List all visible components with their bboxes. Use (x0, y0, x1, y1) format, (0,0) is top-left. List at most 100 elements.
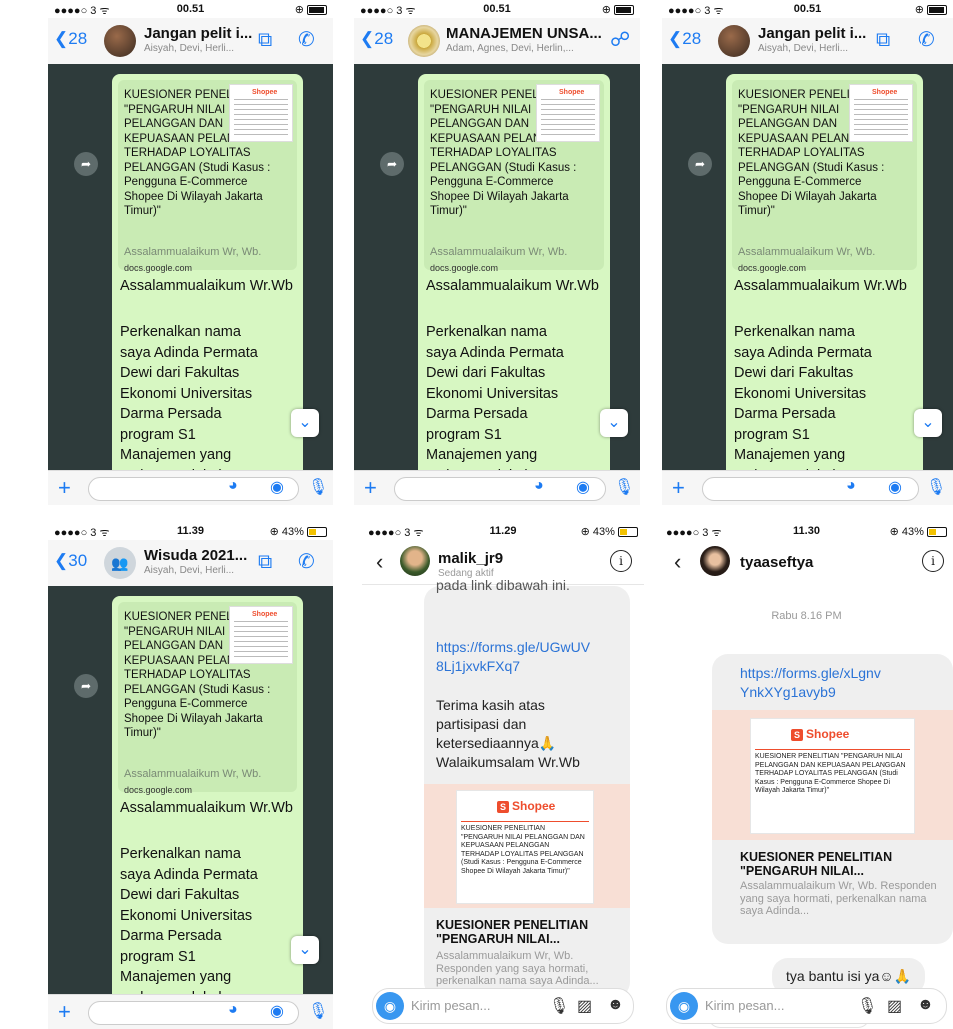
camera-icon[interactable]: ◉ (670, 992, 698, 1020)
back-chevron-icon[interactable]: ‹ (376, 549, 383, 575)
group-avatar[interactable] (408, 25, 440, 57)
form-link[interactable]: https://forms.gle/UGwUV8Lj1jxvkFXq7 (436, 638, 596, 676)
back-chevron-icon[interactable]: ‹ (674, 549, 681, 575)
card-title: KUESIONER PENELITIAN "PENGARUH NILAI... (740, 850, 893, 878)
sticker-icon[interactable]: ◕ (228, 477, 238, 495)
plus-icon[interactable]: + (364, 475, 377, 501)
forward-icon[interactable]: ➦ (74, 152, 98, 176)
message-bubble[interactable]: KUESIONER PENELITIAN "PENGARUH NILAI PEL… (112, 596, 303, 1026)
chevron-down-icon: ⌄ (921, 414, 935, 431)
group-avatar[interactable] (104, 25, 136, 57)
chat-area[interactable]: ➦ KUESIONER PENELITIAN "PENGARUH NILAI P… (662, 64, 953, 504)
message-input[interactable]: Kirim pesan... (705, 998, 784, 1013)
microphone-icon[interactable]: 🎙 (857, 996, 877, 1016)
add-participant-icon[interactable]: ☍ (610, 30, 630, 50)
forward-icon[interactable]: ➦ (380, 152, 404, 176)
info-icon[interactable]: i (922, 550, 944, 572)
info-icon[interactable]: i (610, 550, 632, 572)
gallery-icon[interactable]: ▨ (577, 996, 592, 1016)
microphone-icon[interactable]: 🎙 (308, 477, 328, 497)
link-preview[interactable]: KUESIONER PENELITIAN "PENGARUH NILAI PEL… (424, 80, 604, 273)
group-avatar[interactable] (718, 25, 750, 57)
sticker-icon[interactable]: ◕ (228, 1001, 238, 1019)
microphone-icon[interactable]: 🎙 (926, 477, 946, 497)
forward-icon[interactable]: ➦ (688, 152, 712, 176)
phone-icon[interactable]: ✆ (298, 552, 315, 572)
link-card[interactable]: S Shopee KUESIONER PENELITIAN "PENGARUH N… (424, 784, 630, 908)
video-call-icon[interactable]: ⧉ (258, 552, 272, 572)
message-input[interactable] (88, 1001, 299, 1025)
chat-area[interactable]: ➦ KUESIONER PENELITIAN "PENGARUH NILAI P… (48, 64, 333, 504)
camera-icon[interactable]: ◉ (270, 1001, 284, 1021)
scroll-down-button[interactable]: ⌄ (600, 409, 628, 437)
gallery-icon[interactable]: ▨ (887, 996, 902, 1016)
back-button[interactable]: ❮28 (54, 29, 87, 49)
status-bar: ●●●●○ 3 ᯤ 00.51 ⊕ (662, 0, 953, 18)
message-bubble[interactable]: https://forms.gle/xLgnvYnkXYg1avyb9 S Sho… (712, 654, 953, 944)
user-avatar[interactable] (400, 546, 430, 576)
user-avatar[interactable] (700, 546, 730, 576)
back-button[interactable]: ❮30 (54, 551, 87, 571)
microphone-icon[interactable]: 🎙 (614, 477, 634, 497)
video-call-icon[interactable]: ⧉ (258, 30, 272, 50)
group-members: Aisyah, Devi, Herli... (144, 565, 235, 576)
microphone-icon[interactable]: 🎙 (308, 1001, 328, 1021)
message-composer[interactable]: ◉ Kirim pesan... 🎙 ▨ ☻ (666, 988, 947, 1024)
sticker-face-icon[interactable]: ☻ (607, 996, 624, 1014)
plus-icon[interactable]: + (58, 999, 71, 1025)
chat-area[interactable]: ➦ KUESIONER PENELITIAN "PENGARUH NILAI P… (48, 586, 333, 1026)
camera-icon[interactable]: ◉ (576, 477, 590, 497)
clock: 00.51 (483, 3, 511, 15)
group-title[interactable]: MANAJEMEN UNSA... (446, 25, 602, 42)
back-button[interactable]: ❮28 (360, 29, 393, 49)
message-composer[interactable]: ◉ Kirim pesan... 🎙 ▨ ☻ (372, 988, 634, 1024)
message-bubble[interactable]: KUESIONER PENELITIAN "PENGARUH NILAI PEL… (418, 74, 610, 504)
group-avatar[interactable]: 👥 (104, 547, 136, 579)
message-bubble[interactable]: KUESIONER PENELITIAN "PENGARUH NILAI PEL… (726, 74, 923, 504)
message-text-top: pada link dibawah ini. (436, 577, 570, 593)
camera-icon[interactable]: ◉ (270, 477, 284, 497)
camera-icon[interactable]: ◉ (888, 477, 902, 497)
form-link[interactable]: https://forms.gle/xLgnvYnkXYg1avyb9 (740, 664, 890, 702)
group-members: Aisyah, Devi, Herli... (144, 43, 235, 54)
message-input[interactable] (88, 477, 299, 501)
group-title[interactable]: Wisuda 2021... (144, 547, 247, 564)
plus-icon[interactable]: + (672, 475, 685, 501)
message-composer: + ◕ ◉ 🎙 (48, 470, 333, 505)
whatsapp-screen-4: ●●●●○ 3 ᯤ 11.39 ⊕ 43% ❮30 👥 Wisuda 2021.… (48, 522, 333, 1029)
preview-subtitle: Assalammualaikum Wr, Wb. (124, 246, 262, 258)
phone-icon[interactable]: ✆ (298, 30, 315, 50)
link-preview[interactable]: KUESIONER PENELITIAN "PENGARUH NILAI PEL… (732, 80, 917, 273)
forward-icon[interactable]: ➦ (74, 674, 98, 698)
group-title[interactable]: Jangan pelit i... (758, 25, 866, 42)
video-call-icon[interactable]: ⧉ (876, 30, 890, 50)
message-input[interactable] (702, 477, 919, 501)
message-input[interactable] (394, 477, 606, 501)
greeting-text: Assalammualaikum Wr.Wb (426, 278, 599, 294)
link-preview[interactable]: KUESIONER PENELITIAN "PENGARUH NILAI PEL… (118, 80, 297, 273)
message-bubble[interactable]: KUESIONER PENELITIAN "PENGARUH NILAI PEL… (112, 74, 303, 504)
scroll-down-button[interactable]: ⌄ (291, 409, 319, 437)
message-input[interactable]: Kirim pesan... (411, 998, 490, 1013)
link-card[interactable]: S Shopee KUESIONER PENELITIAN "PENGARUH N… (712, 710, 953, 840)
message-bubble[interactable]: pada link dibawah ini. https://forms.gle… (424, 577, 630, 998)
preview-thumbnail: Shopee (229, 84, 293, 142)
phone-icon[interactable]: ✆ (918, 30, 935, 50)
group-title[interactable]: Jangan pelit i... (144, 25, 252, 42)
sticker-icon[interactable]: ◕ (846, 477, 856, 495)
link-preview[interactable]: KUESIONER PENELITIAN "PENGARUH NILAI PEL… (118, 602, 297, 795)
plus-icon[interactable]: + (58, 475, 71, 501)
scroll-down-button[interactable]: ⌄ (291, 936, 319, 964)
chat-header: ❮28 Jangan pelit i... Aisyah, Devi, Herl… (48, 18, 333, 65)
sticker-icon[interactable]: ◕ (534, 477, 544, 495)
group-members: Adam, Agnes, Devi, Herlin,... (446, 43, 574, 54)
camera-icon[interactable]: ◉ (376, 992, 404, 1020)
closing-text: Walaikumsalam Wr.Wb (436, 754, 580, 770)
username[interactable]: malik_jr9 (438, 550, 503, 567)
back-button[interactable]: ❮28 (668, 29, 701, 49)
sticker-face-icon[interactable]: ☻ (917, 996, 934, 1014)
microphone-icon[interactable]: 🎙 (549, 996, 569, 1016)
chat-area[interactable]: ➦ KUESIONER PENELITIAN "PENGARUH NILAI P… (354, 64, 640, 504)
scroll-down-button[interactable]: ⌄ (914, 409, 942, 437)
username[interactable]: tyaaseftya (740, 554, 813, 571)
